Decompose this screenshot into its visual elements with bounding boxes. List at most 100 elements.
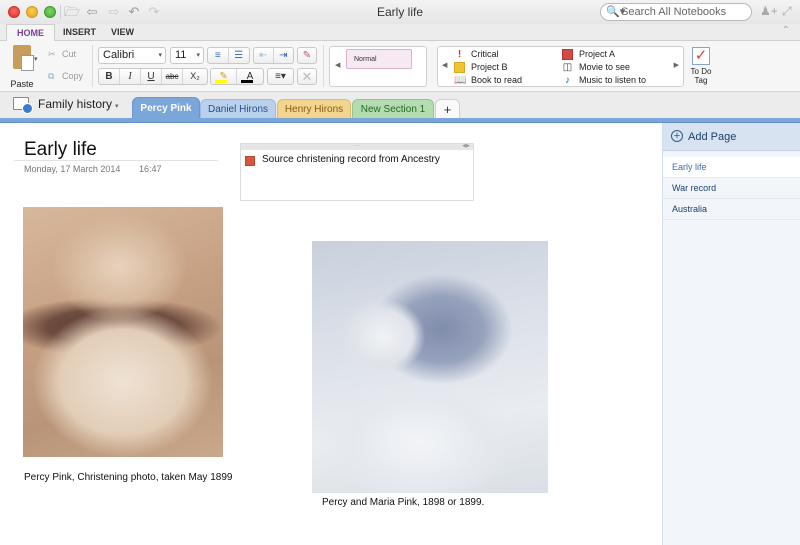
share-user-icon[interactable]: ♟+ <box>760 4 778 18</box>
divider <box>323 45 324 87</box>
page-date: Monday, 17 March 2014 <box>24 164 121 174</box>
bullet-list-icon[interactable]: ≡ <box>208 48 229 63</box>
resize-handle[interactable]: ◀▶ <box>462 144 470 149</box>
notebook-sync-icon <box>13 97 33 114</box>
style-normal[interactable]: Normal <box>346 49 412 69</box>
increase-indent-icon[interactable]: ⇥ <box>274 48 293 63</box>
section-tab-percy-pink[interactable]: Percy Pink <box>132 97 200 118</box>
christening-photo[interactable] <box>23 207 223 457</box>
section-tab-daniel-hirons[interactable]: Daniel Hirons <box>200 99 276 118</box>
styles-prev-arrow[interactable]: ◀ <box>335 61 340 69</box>
page-list: + Add Page Early life War record Austral… <box>662 123 800 545</box>
square-icon <box>562 49 573 60</box>
ribbon-tab-bar: HOME INSERT VIEW ⌃ <box>0 24 800 42</box>
list-buttons: ≡ ☰ <box>207 47 250 64</box>
clear-formatting-button[interactable]: ✎ <box>297 47 317 64</box>
paste-options-dropdown[interactable]: ▾ <box>34 55 38 63</box>
font-color-swatch <box>241 80 254 83</box>
notebook-name: Family history <box>38 97 113 111</box>
subscript-button[interactable]: X₂ <box>183 69 207 84</box>
photo-caption[interactable]: Percy and Maria Pink, 1898 or 1899. <box>322 497 484 508</box>
square-icon <box>454 62 465 73</box>
note-text[interactable]: Source christening record from Ancestry <box>262 154 440 165</box>
todo-tag-button[interactable]: ✓ To Do Tag <box>689 47 713 85</box>
tag-label: Project B <box>471 62 508 72</box>
section-tab-henry-hirons[interactable]: Henry Hirons <box>277 99 351 118</box>
font-color-button[interactable]: A <box>237 69 263 84</box>
cut-button[interactable]: ✂ Cut <box>48 49 76 60</box>
paste-button[interactable]: Paste <box>8 45 36 89</box>
plus-circle-icon: + <box>671 130 683 142</box>
music-note-icon: ♪ <box>565 75 570 86</box>
delete-button[interactable]: ✕ <box>297 68 317 85</box>
tab-view[interactable]: VIEW <box>101 24 144 41</box>
tag-square-icon[interactable] <box>245 156 255 166</box>
strikethrough-button[interactable]: abc <box>162 69 183 84</box>
align-button[interactable]: ≡▾ <box>267 68 294 85</box>
decrease-indent-icon[interactable]: ⇤ <box>254 48 274 63</box>
tab-insert[interactable]: INSERT <box>53 24 106 41</box>
page-item-early-life[interactable]: Early life <box>663 157 800 178</box>
tags-gallery: ◀ ! Critical Project B 📖 Book to read Proj… <box>437 46 684 87</box>
tag-label: Music to listen to <box>579 75 647 85</box>
eraser-icon: ✎ <box>302 50 312 61</box>
tag-label: Movie to see <box>579 62 631 72</box>
text-style-buttons: B I U abc X₂ <box>98 68 208 85</box>
clipboard-icon <box>13 45 34 71</box>
checkmark-icon: ✓ <box>692 47 710 65</box>
font-name-select[interactable]: Calibri ▾ <box>98 47 166 64</box>
title-underline <box>14 160 218 161</box>
copy-icon: ⧉ <box>48 71 55 81</box>
copy-button[interactable]: ⧉ Copy <box>48 71 83 82</box>
book-icon: 📖 <box>454 75 467 86</box>
indent-buttons: ⇤ ⇥ <box>253 47 294 64</box>
add-page-button[interactable]: + Add Page <box>663 123 800 151</box>
tags-prev-arrow[interactable]: ◀ <box>442 61 447 69</box>
page-time: 16:47 <box>139 164 162 174</box>
styles-gallery: ◀ Normal <box>329 46 427 87</box>
tag-label: Critical <box>471 49 499 59</box>
chevron-down-icon: ▾ <box>115 103 119 110</box>
page-item-war-record[interactable]: War record <box>663 178 800 199</box>
tags-next-arrow[interactable]: ▶ <box>674 61 679 69</box>
tag-label: Book to read <box>471 75 523 85</box>
film-icon: ◫ <box>562 62 573 73</box>
container-drag-handle[interactable]: ···· ◀▶ <box>241 144 473 150</box>
title-bar: 🗁 ⇦ ⇨ ↶ ↷ Early life 🔍▾ Search All Noteb… <box>0 0 800 24</box>
note-container[interactable]: ···· ◀▶ Source christening record from An… <box>240 143 474 201</box>
copy-label: Copy <box>62 71 84 81</box>
highlight-color-swatch <box>215 80 227 83</box>
exclamation-icon: ! <box>457 49 462 60</box>
photo-caption[interactable]: Percy Pink, Christening photo, taken May… <box>24 472 232 483</box>
page-title[interactable]: Early life <box>24 139 97 161</box>
highlight-button[interactable]: ✎ <box>211 69 238 84</box>
cut-label: Cut <box>62 49 77 59</box>
tag-label: Project A <box>579 49 616 59</box>
align-left-icon: ≡▾ <box>275 71 286 82</box>
percy-maria-photo[interactable] <box>312 241 548 493</box>
underline-button[interactable]: U <box>141 69 162 84</box>
fullscreen-icon[interactable]: ⤢ <box>782 4 792 19</box>
section-tab-new-section-1[interactable]: New Section 1 <box>352 99 434 118</box>
italic-button[interactable]: I <box>120 69 141 84</box>
collapse-ribbon-icon[interactable]: ⌃ <box>782 25 790 36</box>
notebook-bar: Family history ▾ Percy Pink Daniel Hirons… <box>0 92 800 118</box>
todo-tag-label: To Do Tag <box>690 67 712 85</box>
font-size-select[interactable]: 11 ▾ <box>170 47 204 64</box>
color-buttons: ✎ A <box>210 68 264 85</box>
chevron-down-icon: ▾ <box>196 52 200 59</box>
numbered-list-icon[interactable]: ☰ <box>229 48 249 63</box>
chevron-down-icon: ▾ <box>158 52 162 59</box>
notebook-selector[interactable]: Family history ▾ <box>38 97 119 111</box>
bold-button[interactable]: B <box>99 69 120 84</box>
scissors-icon: ✂ <box>48 49 56 59</box>
add-page-label: Add Page <box>688 131 737 143</box>
page-item-australia[interactable]: Australia <box>663 199 800 220</box>
font-name-value: Calibri <box>103 49 135 61</box>
page-canvas[interactable]: Early life Monday, 17 March 2014 16:47 ·… <box>0 123 662 545</box>
x-icon: ✕ <box>301 69 313 84</box>
ribbon: Paste ▾ ✂ Cut ⧉ Copy Calibri ▾ 11 ▾ ≡ ☰ ⇤ ⇥ … <box>0 41 800 92</box>
search-notebooks-input[interactable]: 🔍▾ Search All Notebooks <box>600 3 752 21</box>
tab-home[interactable]: HOME <box>6 24 55 42</box>
add-section-button[interactable]: + <box>435 99 460 118</box>
